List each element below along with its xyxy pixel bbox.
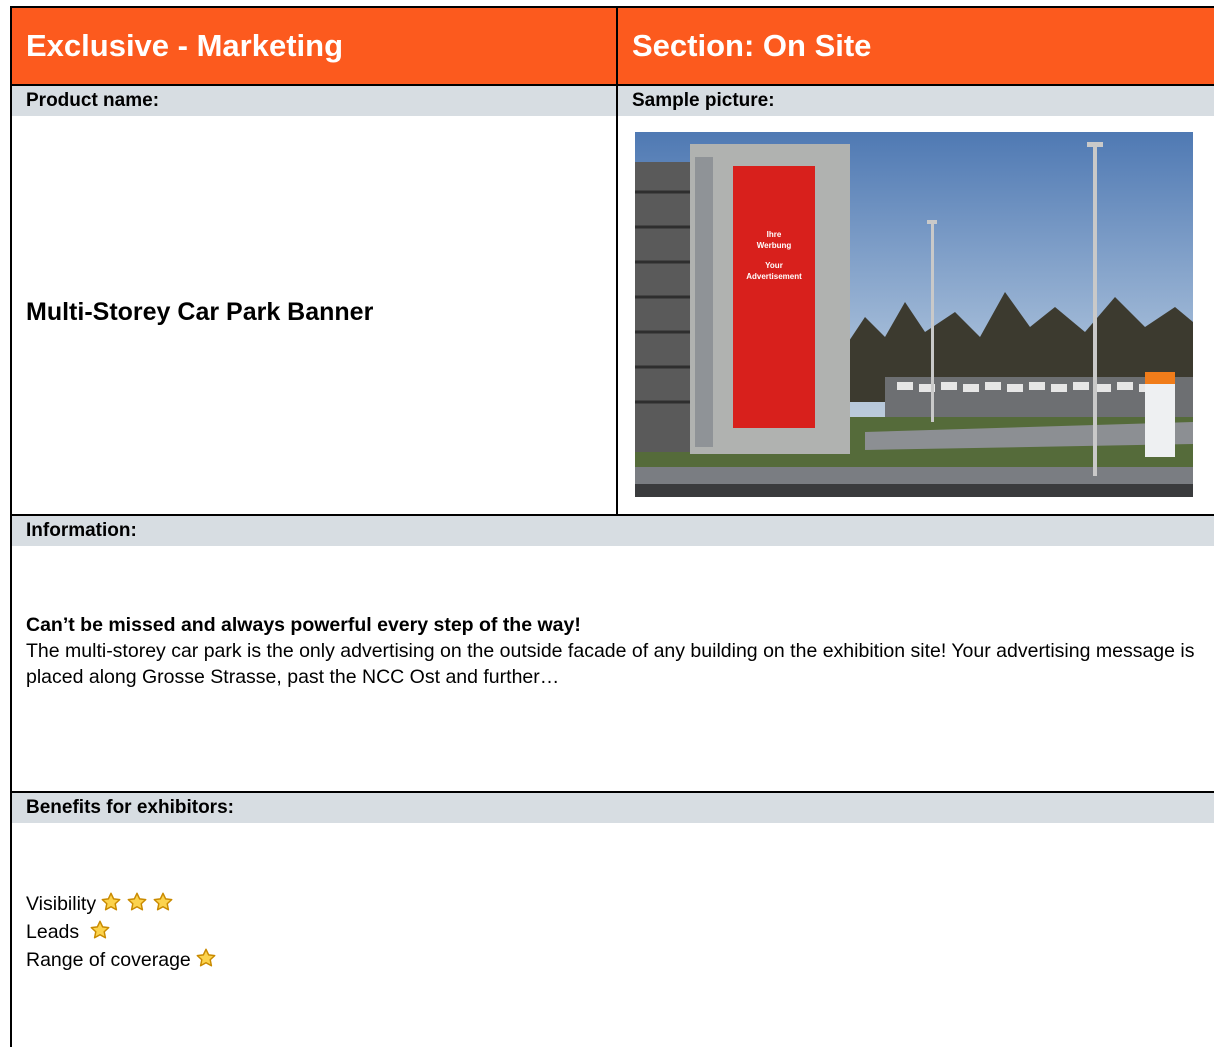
product-name: Multi-Storey Car Park Banner (26, 298, 374, 326)
star-icon (196, 948, 216, 967)
label-row-product: Product name: Sample picture: (12, 86, 1214, 116)
document-frame: Exclusive - Marketing Section: On Site P… (10, 6, 1214, 1047)
information-text: Can’t be missed and always powerful ever… (26, 612, 1206, 690)
sample-picture: Ihre Werbung Your Advertisement (635, 132, 1193, 497)
column-divider (616, 86, 618, 514)
benefit-item: Range of coverage (26, 946, 217, 974)
benefit-item: Visibility (26, 890, 217, 918)
banner-text-1: Ihre (767, 230, 782, 239)
label-row-information: Information: (12, 516, 1214, 546)
star-icon (101, 892, 121, 911)
banner-text-3: Your (765, 261, 783, 270)
benefit-item: Leads (26, 918, 217, 946)
banner-text-2: Werbung (757, 241, 792, 250)
benefits-label: Benefits for exhibitors: (26, 797, 234, 818)
benefit-label: Range of coverage (26, 949, 191, 971)
star-icon (90, 920, 110, 939)
header-row: Exclusive - Marketing Section: On Site (12, 8, 1214, 86)
information-label: Information: (26, 520, 137, 541)
benefit-label: Leads (26, 921, 85, 943)
benefit-label: Visibility (26, 893, 97, 915)
header-title-right: Section: On Site (616, 8, 1214, 84)
benefits-list: Visibility Leads Range of coverage (26, 890, 217, 974)
header-title-left: Exclusive - Marketing (26, 28, 344, 63)
sample-picture-label: Sample picture: (632, 90, 775, 111)
star-icon (127, 892, 147, 911)
information-tagline: Can’t be missed and always powerful ever… (26, 614, 581, 636)
banner-text-4: Advertisement (746, 272, 802, 281)
label-row-benefits: Benefits for exhibitors: (12, 793, 1214, 823)
information-body: The multi-storey car park is the only ad… (26, 640, 1195, 688)
star-icon (153, 892, 173, 911)
product-name-label: Product name: (26, 90, 160, 111)
